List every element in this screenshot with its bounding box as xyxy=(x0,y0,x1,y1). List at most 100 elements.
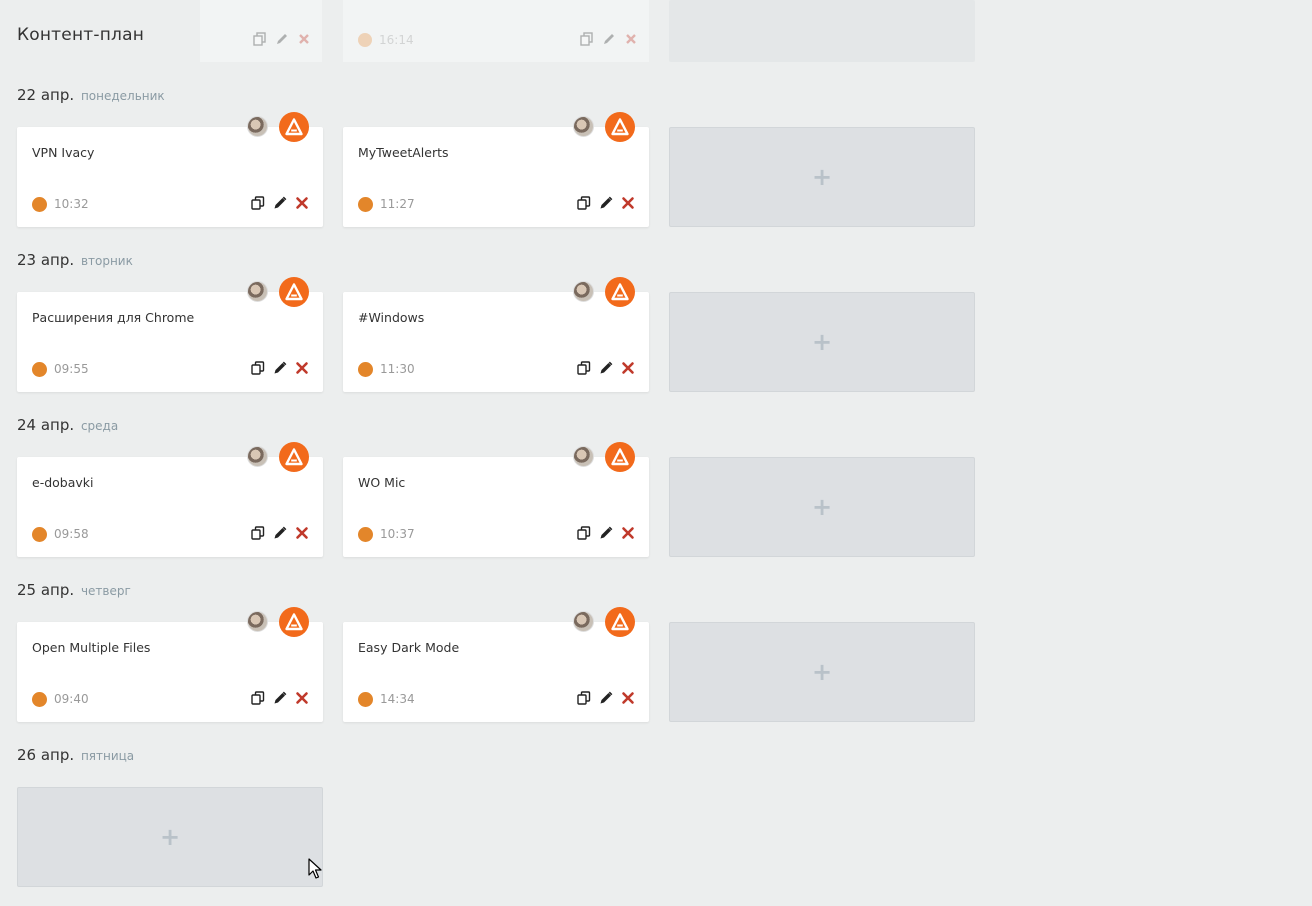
post-card[interactable]: Open Multiple Files 09:40 xyxy=(17,607,323,722)
post-card[interactable]: Расширения для Chrome 09:55 xyxy=(17,277,323,392)
close-icon[interactable] xyxy=(620,525,635,540)
plus-icon: + xyxy=(811,493,833,521)
post-card[interactable]: Easy Dark Mode 14:34 xyxy=(343,607,649,722)
day-date: 22 апр. xyxy=(17,86,75,104)
day-header: 25 апр. четверг xyxy=(17,581,131,599)
status-dot xyxy=(358,197,373,212)
copy-icon[interactable] xyxy=(250,525,265,540)
close-icon[interactable] xyxy=(620,690,635,705)
status-dot xyxy=(32,197,47,212)
brand-logo-icon xyxy=(605,607,635,637)
brand-logo-icon xyxy=(279,607,309,637)
close-icon[interactable] xyxy=(620,195,635,210)
post-actions xyxy=(576,195,635,210)
status-dot xyxy=(358,692,373,707)
plus-icon: + xyxy=(811,658,833,686)
avatar xyxy=(247,116,268,137)
pencil-icon[interactable] xyxy=(598,690,613,705)
day-weekday: четверг xyxy=(80,584,131,598)
copy-icon[interactable] xyxy=(576,195,591,210)
post-card[interactable]: e-dobavki 09:58 xyxy=(17,442,323,557)
post-title[interactable]: MyTweetAlerts xyxy=(358,145,449,160)
post-title[interactable]: Open Multiple Files xyxy=(32,640,150,655)
post-card[interactable]: #Windows 11:30 xyxy=(343,277,649,392)
add-post-slot[interactable]: + xyxy=(669,457,975,557)
copy-icon[interactable] xyxy=(576,690,591,705)
avatar xyxy=(247,281,268,302)
post-actions xyxy=(250,690,309,705)
add-post-slot[interactable]: + xyxy=(669,622,975,722)
pencil-icon[interactable] xyxy=(598,360,613,375)
post-title[interactable]: Расширения для Chrome xyxy=(32,310,194,325)
day-date: 24 апр. xyxy=(17,416,75,434)
avatar xyxy=(573,281,594,302)
day-header: 24 апр. среда xyxy=(17,416,118,434)
post-actions xyxy=(576,525,635,540)
close-icon[interactable] xyxy=(294,195,309,210)
copy-icon[interactable] xyxy=(576,525,591,540)
copy-icon[interactable] xyxy=(250,690,265,705)
status-dot xyxy=(358,527,373,542)
post-title[interactable]: WO Mic xyxy=(358,475,405,490)
pencil-icon[interactable] xyxy=(272,360,287,375)
post-actions xyxy=(250,525,309,540)
pencil-icon[interactable] xyxy=(598,525,613,540)
copy-icon[interactable] xyxy=(250,195,265,210)
post-card[interactable]: MyTweetAlerts 11:27 xyxy=(343,112,649,227)
day-header: 22 апр. понедельник xyxy=(17,86,165,104)
post-title[interactable]: #Windows xyxy=(358,310,424,325)
add-post-slot[interactable]: + xyxy=(669,127,975,227)
post-actions xyxy=(576,360,635,375)
close-icon[interactable] xyxy=(620,360,635,375)
close-icon[interactable] xyxy=(294,525,309,540)
add-post-slot[interactable]: + xyxy=(17,787,323,887)
status-dot xyxy=(32,362,47,377)
day-weekday: понедельник xyxy=(80,89,165,103)
ghost-actions-left xyxy=(253,32,311,46)
pencil-icon[interactable] xyxy=(272,195,287,210)
brand-logo-icon xyxy=(279,277,309,307)
post-actions xyxy=(250,360,309,375)
copy-icon[interactable] xyxy=(250,360,265,375)
post-time: 09:40 xyxy=(54,692,89,706)
status-dot xyxy=(358,362,373,377)
avatar xyxy=(573,611,594,632)
post-time: 14:34 xyxy=(380,692,415,706)
post-time: 11:27 xyxy=(380,197,415,211)
post-time: 09:55 xyxy=(54,362,89,376)
post-time: 10:37 xyxy=(380,527,415,541)
plus-icon: + xyxy=(811,163,833,191)
post-time: 11:30 xyxy=(380,362,415,376)
plus-icon: + xyxy=(811,328,833,356)
status-dot xyxy=(32,527,47,542)
ghost-status-dot xyxy=(358,33,372,47)
post-title[interactable]: VPN Ivacy xyxy=(32,145,94,160)
ghost-actions-mid xyxy=(580,32,638,46)
brand-logo-icon xyxy=(279,442,309,472)
mouse-cursor-icon xyxy=(308,858,322,879)
brand-logo-icon xyxy=(279,112,309,142)
pencil-icon[interactable] xyxy=(272,690,287,705)
plus-icon: + xyxy=(159,823,181,851)
close-icon[interactable] xyxy=(294,360,309,375)
post-actions xyxy=(250,195,309,210)
post-time: 10:32 xyxy=(54,197,89,211)
add-post-slot[interactable]: + xyxy=(669,292,975,392)
ghost-time: 16:14 xyxy=(379,33,414,47)
post-title[interactable]: Easy Dark Mode xyxy=(358,640,459,655)
avatar xyxy=(247,446,268,467)
brand-logo-icon xyxy=(605,277,635,307)
day-header: 26 апр. пятница xyxy=(17,746,134,764)
brand-logo-icon xyxy=(605,442,635,472)
post-card[interactable]: WO Mic 10:37 xyxy=(343,442,649,557)
ghost-add-slot xyxy=(669,0,975,62)
post-title[interactable]: e-dobavki xyxy=(32,475,94,490)
brand-logo-icon xyxy=(605,112,635,142)
pencil-icon[interactable] xyxy=(272,525,287,540)
avatar xyxy=(573,446,594,467)
post-card[interactable]: VPN Ivacy 10:32 xyxy=(17,112,323,227)
copy-icon[interactable] xyxy=(576,360,591,375)
day-weekday: пятница xyxy=(80,749,135,763)
pencil-icon[interactable] xyxy=(598,195,613,210)
close-icon[interactable] xyxy=(294,690,309,705)
